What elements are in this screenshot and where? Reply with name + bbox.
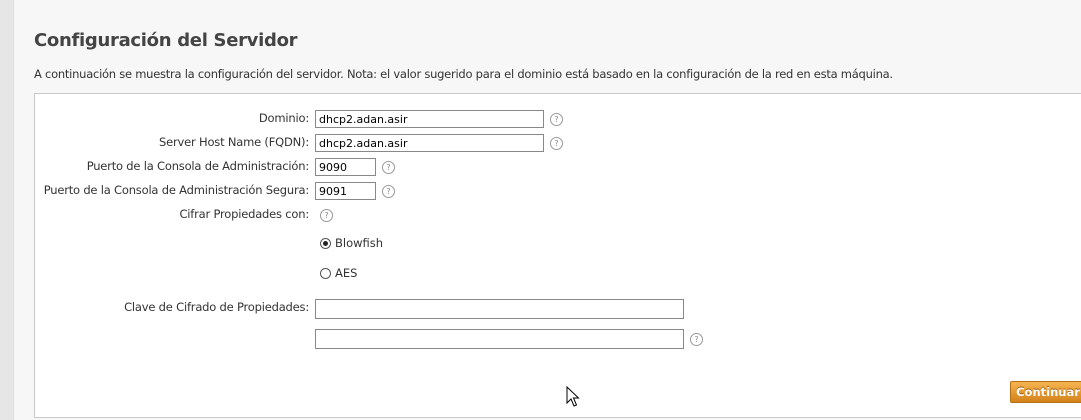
help-icon[interactable]: ?: [690, 333, 703, 346]
help-icon[interactable]: ?: [320, 209, 333, 222]
help-icon[interactable]: ?: [550, 137, 563, 150]
help-icon[interactable]: ?: [550, 113, 563, 126]
encryption-key-label: Clave de Cifrado de Propiedades:: [124, 300, 309, 314]
encryption-key-input[interactable]: [315, 299, 684, 319]
page-title: Configuración del Servidor: [34, 30, 298, 51]
admin-port-label: Puerto de la Consola de Administración:: [86, 159, 310, 173]
encrypt-properties-label: Cifrar Propiedades con:: [179, 207, 309, 221]
radio-blowfish[interactable]: Blowfish: [320, 236, 383, 250]
admin-port-input[interactable]: [315, 158, 376, 176]
radio-aes-button[interactable]: [320, 267, 331, 279]
fqdn-label: Server Host Name (FQDN):: [159, 135, 309, 149]
encryption-key-confirm-input[interactable]: [315, 329, 684, 349]
help-icon[interactable]: ?: [382, 161, 395, 174]
admin-secure-port-input[interactable]: [315, 182, 376, 200]
radio-aes[interactable]: AES: [320, 266, 357, 280]
radio-aes-label: AES: [335, 266, 358, 280]
fqdn-input[interactable]: [315, 134, 544, 152]
mouse-pointer-icon: [566, 386, 580, 407]
radio-blowfish-button[interactable]: [320, 237, 331, 249]
domain-label: Dominio:: [258, 111, 309, 125]
help-icon[interactable]: ?: [382, 185, 395, 198]
main-content: Configuración del Servidor A continuació…: [13, 0, 1081, 420]
page-description: A continuación se muestra la configuraci…: [34, 67, 893, 81]
continue-button[interactable]: Continuar: [1010, 381, 1081, 403]
server-settings-panel: Dominio: ? Server Host Name (FQDN): ? Pu…: [34, 93, 1081, 418]
domain-input[interactable]: [315, 110, 544, 128]
radio-blowfish-label: Blowfish: [335, 236, 384, 250]
admin-secure-port-label: Puerto de la Consola de Administración S…: [43, 183, 309, 197]
